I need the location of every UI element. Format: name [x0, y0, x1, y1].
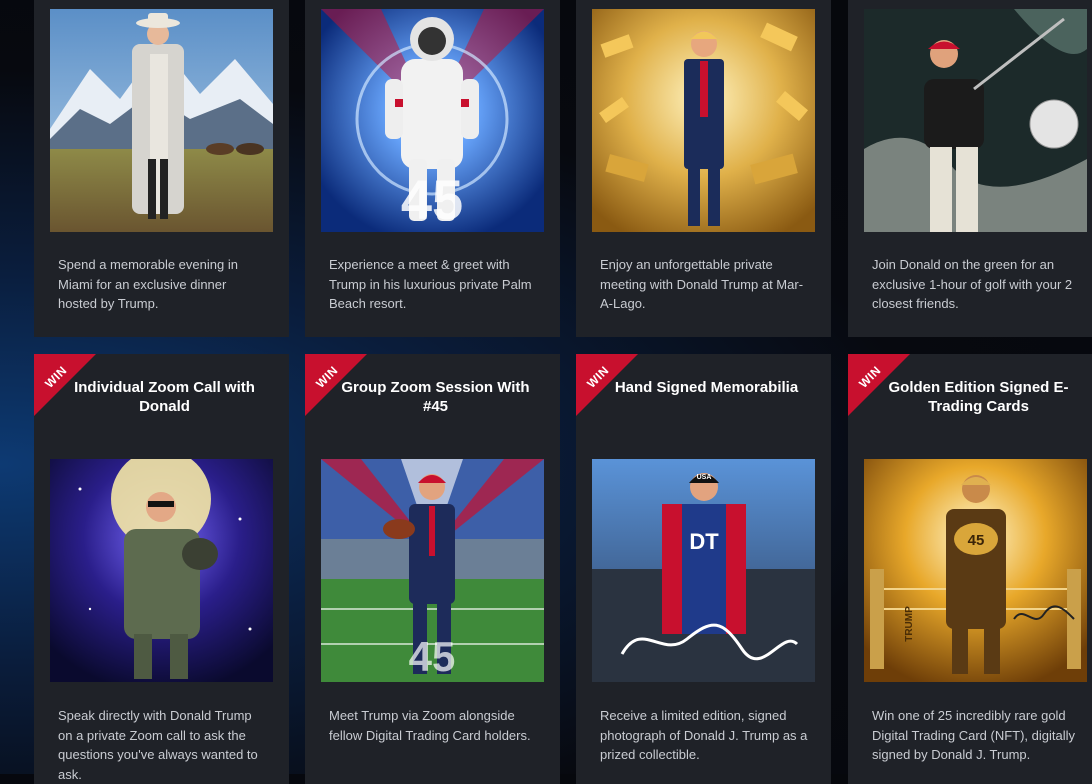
gold-bars-trump-image [592, 9, 815, 232]
prize-description: Enjoy an unforgettable private meeting w… [600, 257, 804, 311]
win-card-golden-edition[interactable]: WIN Golden Edition Signed E-Trading Card… [848, 354, 1092, 784]
prize-description: Spend a memorable evening in Miami for a… [58, 257, 238, 311]
golfer-trump-image [864, 9, 1087, 232]
astronaut-number-text: 45 [401, 168, 463, 231]
prize-description: Experience a meet & greet with Trump in … [329, 257, 532, 311]
win-card-memorabilia[interactable]: WIN Hand Signed Memorabilia USA DT Recei… [576, 354, 831, 784]
prize-card-miami-dinner[interactable]: Spend a memorable evening in Miami for a… [34, 0, 289, 337]
ring-post-text: TRUMP [904, 606, 915, 642]
football-number-text: 45 [409, 633, 456, 680]
prize-description: Win one of 25 incredibly rare gold Digit… [872, 708, 1076, 762]
prize-description: Speak directly with Donald Trump on a pr… [58, 708, 258, 782]
gold-number-text: 45 [968, 532, 985, 549]
racer-trump-image: USA DT [592, 459, 815, 682]
prize-description: Join Donald on the green for an exclusiv… [872, 257, 1073, 311]
usa-cap-text: USA [697, 474, 712, 481]
astronaut-trump-image: 45 [321, 9, 544, 232]
prize-description: Meet Trump via Zoom alongside fellow Dig… [329, 708, 531, 743]
win-card-individual-zoom[interactable]: WIN Individual Zoom Call with Donald Spe… [34, 354, 289, 784]
prize-card-golf[interactable]: Join Donald on the green for an exclusiv… [848, 0, 1092, 337]
football-trump-image: 45 [321, 459, 544, 682]
prize-card-mar-a-lago[interactable]: Enjoy an unforgettable private meeting w… [576, 0, 831, 337]
prize-title: Individual Zoom Call with Donald [74, 379, 255, 415]
racing-bib-text: DT [689, 529, 719, 554]
prize-title: Group Zoom Session With #45 [341, 379, 530, 415]
cowboy-trump-image [50, 9, 273, 232]
prize-card-palm-beach[interactable]: 45 Experience a meet & greet with Trump … [305, 0, 560, 337]
golden-trump-image: TRUMP 45 [864, 459, 1087, 682]
prize-description: Receive a limited edition, signed photog… [600, 708, 808, 762]
pilot-trump-image [50, 459, 273, 682]
prize-title: Hand Signed Memorabilia [614, 379, 799, 396]
prize-title: Golden Edition Signed E-Trading Cards [888, 379, 1069, 415]
win-card-group-zoom[interactable]: WIN Group Zoom Session With #45 45 Meet … [305, 354, 560, 784]
